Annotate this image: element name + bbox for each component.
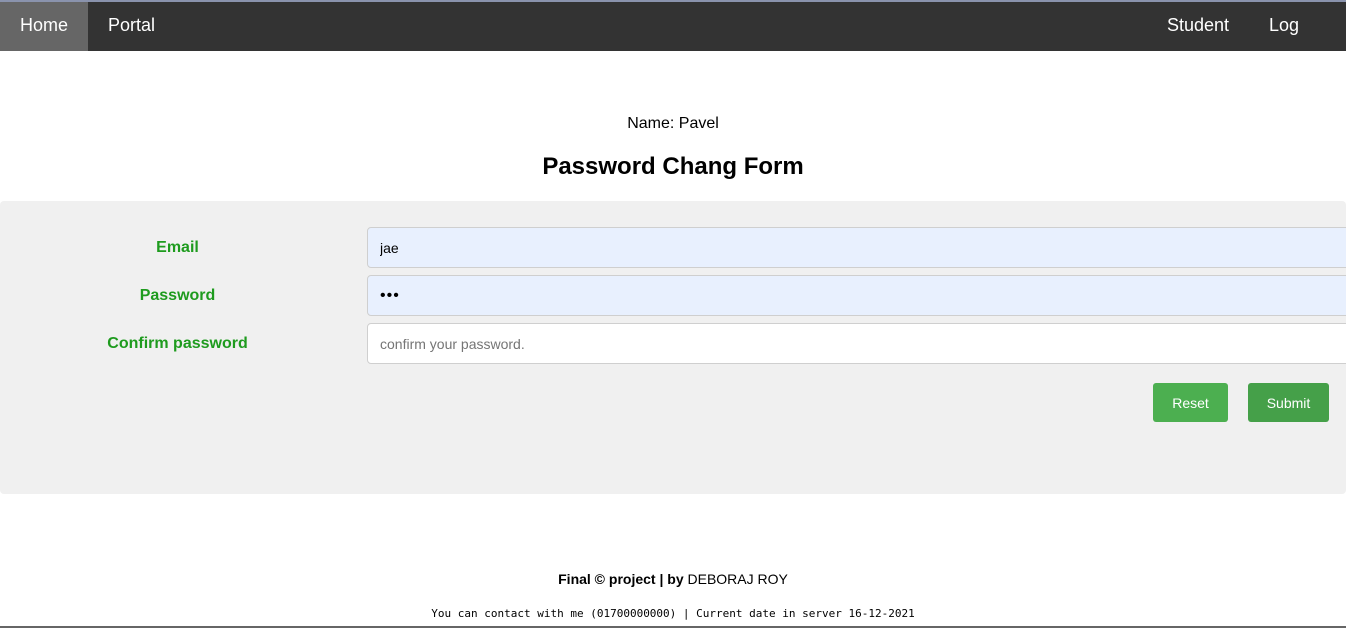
email-field[interactable] [367,227,1346,268]
nav-portal-link[interactable]: Portal [88,2,175,51]
confirm-password-label: Confirm password [107,335,248,352]
password-change-form: Email Password Confirm password Reset Su… [0,201,1346,494]
user-name: Name: Pavel [627,115,719,132]
password-label: Password [139,287,216,304]
submit-button[interactable]: Submit [1248,383,1329,422]
footer-prefix: Final © project | by [558,571,688,587]
nav-logout-link[interactable]: Log out [1249,2,1346,82]
confirm-password-field[interactable] [367,323,1346,364]
nav-home-link[interactable]: Home [0,2,88,51]
top-navbar: Home Portal Student Log out [0,2,1346,82]
password-field[interactable] [367,275,1346,316]
email-label: Email [156,239,199,256]
footer-author: DEBORAJ ROY [687,571,788,587]
nav-student-link[interactable]: Student [1147,2,1249,51]
reset-button[interactable]: Reset [1153,383,1228,422]
page-title: Password Chang Form [542,153,804,180]
footer-contact: You can contact with me (01700000000) | … [431,607,915,620]
footer-credit: Final © project | by DEBORAJ ROY [0,571,1346,587]
